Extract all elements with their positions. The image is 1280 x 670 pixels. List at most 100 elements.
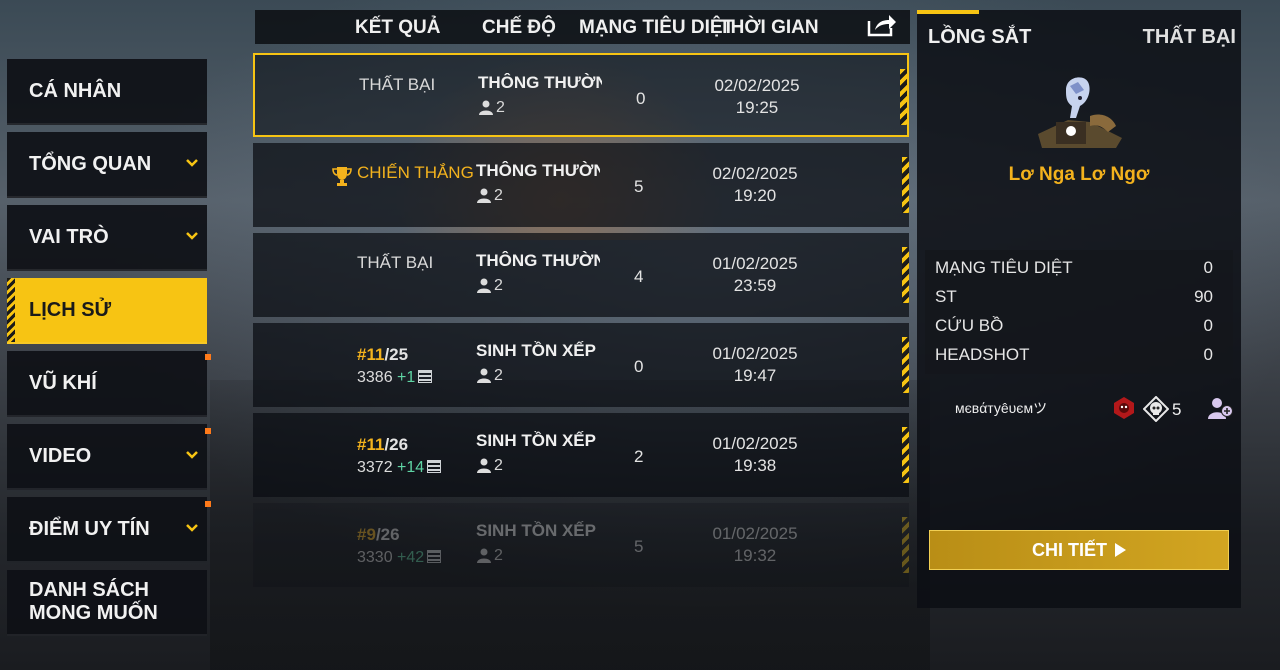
stat-label: MẠNG TIÊU DIỆT	[935, 258, 1073, 277]
stat-value: 90	[1194, 287, 1213, 306]
match-row[interactable]: #9/26 3330 +42 SINH TỒN XẾP HẠNG 2 5 01/…	[253, 503, 909, 587]
row-stripe	[902, 427, 909, 483]
sidebar-item-label: VŨ KHÍ	[29, 371, 97, 394]
teammate-name[interactable]: мєвάтуêυємツ	[955, 398, 1047, 418]
sidebar-item-label: TỔNG QUAN	[29, 152, 152, 175]
rank-points: 3386 +1	[357, 369, 433, 387]
match-datetime: 01/02/2025 19:38	[712, 434, 798, 475]
sidebar-item-label: LỊCH SỬ	[29, 298, 112, 321]
match-result: CHIẾN THẮNG	[357, 163, 474, 182]
match-kills: 5	[634, 537, 644, 556]
match-datetime: 01/02/2025 23:59	[712, 254, 798, 295]
stat-label: ST	[935, 287, 957, 306]
rank-badge-icon	[1114, 397, 1134, 419]
sidebar-item-label: VAI TRÒ	[29, 225, 109, 248]
rank-points: 3330 +42	[357, 549, 442, 567]
sidebar-item-vai-tro[interactable]: VAI TRÒ	[7, 205, 207, 271]
column-header-kills: MẠNG TIÊU DIỆT	[579, 17, 735, 38]
row-stripe	[900, 69, 907, 125]
person-icon	[477, 188, 491, 203]
match-rank: #11/26	[357, 435, 409, 454]
sidebar-item-ca-nhan[interactable]: CÁ NHÂN	[7, 59, 207, 125]
match-mode: THÔNG THƯỜNG-KHU	[476, 251, 600, 270]
chevron-down-icon	[186, 524, 198, 532]
match-row[interactable]: #11/26 3372 +14 SINH TỒN XẾP HẠNG 2 2 01…	[253, 413, 909, 497]
team-size: 2	[477, 547, 503, 565]
person-icon	[479, 100, 493, 115]
match-mode: SINH TỒN XẾP HẠNG	[476, 521, 600, 540]
detail-result: THẤT BẠI	[1142, 26, 1236, 48]
match-kills: 5	[634, 177, 644, 196]
team-size: 2	[479, 99, 505, 117]
chevron-down-icon	[186, 159, 198, 167]
match-datetime: 01/02/2025 19:32	[712, 524, 798, 565]
match-datetime: 02/02/2025 19:20	[712, 164, 798, 205]
sidebar-item-lich-su[interactable]: LỊCH SỬ	[7, 278, 207, 344]
row-stripe	[902, 157, 909, 213]
chevron-down-icon	[186, 451, 198, 459]
sidebar-item-tong-quan[interactable]: TỔNG QUAN	[7, 132, 207, 198]
column-header-result: KẾT QUẢ	[355, 17, 441, 38]
sidebar-item-danh-sach-mong-muon[interactable]: DANH SÁCH MONG MUỐN	[7, 570, 207, 636]
stat-value: 0	[1203, 345, 1213, 364]
column-header-mode: CHẾ ĐỘ	[482, 17, 556, 38]
panel-accent-bar	[917, 10, 979, 14]
chevron-down-icon	[186, 232, 198, 240]
notification-dot	[205, 354, 211, 360]
detail-button-label: CHI TIẾT	[1032, 539, 1107, 560]
notification-dot	[205, 428, 211, 434]
sidebar-item-label: VIDEO	[29, 444, 92, 467]
stat-value: 0	[1203, 316, 1213, 335]
play-icon	[1115, 543, 1126, 557]
stats-box: MẠNG TIÊU DIỆT 0 ST 90 CỨU BỒ 0 HEADSHOT…	[925, 250, 1233, 374]
player-name: Lơ Nga Lơ Ngơ	[1008, 164, 1150, 185]
sidebar-item-label: ĐIỂM UY TÍN	[29, 517, 150, 540]
row-stripe	[902, 337, 909, 393]
match-result: THẤT BẠI	[357, 253, 434, 272]
match-row[interactable]: THẤT BẠI THÔNG THƯỜNG-KHU 2 0 02/02/2025…	[253, 53, 909, 137]
share-icon[interactable]	[866, 12, 898, 38]
stat-value: 0	[1203, 258, 1213, 277]
list-icon	[427, 460, 442, 473]
team-size: 2	[477, 367, 503, 385]
column-header-time: THỜI GIAN	[719, 17, 819, 38]
list-icon	[427, 550, 442, 563]
skull-kills-icon	[1143, 396, 1169, 422]
person-icon	[477, 278, 491, 293]
team-size: 2	[477, 187, 503, 205]
match-mode: SINH TỒN XẾP HẠNG	[476, 431, 600, 450]
match-kills: 2	[634, 447, 644, 466]
sidebar-item-video[interactable]: VIDEO	[7, 424, 211, 490]
team-size: 2	[477, 277, 503, 295]
match-datetime: 02/02/2025 19:25	[714, 76, 800, 117]
notification-dot	[205, 501, 211, 507]
stat-label: CỨU BỒ	[935, 316, 1004, 335]
rank-points: 3372 +14	[357, 459, 442, 477]
add-friend-icon[interactable]	[1207, 396, 1233, 420]
person-icon	[477, 368, 491, 383]
match-kills: 0	[636, 89, 646, 108]
team-size: 2	[477, 457, 503, 475]
row-stripe	[902, 247, 909, 303]
stat-label: HEADSHOT	[935, 345, 1030, 364]
player-avatar	[1038, 77, 1122, 148]
match-row[interactable]: CHIẾN THẮNG THÔNG THƯỜNG-KHU 2 5 02/02/2…	[253, 143, 909, 227]
sidebar-item-label: DANH SÁCH MONG MUỐN	[29, 579, 158, 624]
detail-button[interactable]: CHI TIẾT	[929, 530, 1229, 570]
match-mode: SINH TỒN XẾP HẠNG	[476, 341, 600, 360]
person-icon	[477, 458, 491, 473]
match-rank: #9/26	[357, 525, 400, 544]
sidebar-item-label: CÁ NHÂN	[29, 79, 122, 102]
match-rank: #11/25	[357, 345, 409, 364]
detail-map-name: LỒNG SẮT	[928, 26, 1032, 48]
trophy-icon	[332, 167, 352, 186]
sidebar-item-diem-uy-tin[interactable]: ĐIỂM UY TÍN	[7, 497, 211, 563]
sidebar-item-vu-khi[interactable]: VŨ KHÍ	[7, 351, 211, 417]
match-mode: THÔNG THƯỜNG-KHU	[476, 161, 600, 180]
match-row[interactable]: THẤT BẠI THÔNG THƯỜNG-KHU 2 4 01/02/2025…	[253, 233, 909, 317]
person-icon	[477, 548, 491, 563]
match-kills: 0	[634, 357, 644, 376]
match-kills: 4	[634, 267, 644, 286]
match-row[interactable]: #11/25 3386 +1 SINH TỒN XẾP HẠNG 2 0 01/…	[253, 323, 909, 407]
match-result: THẤT BẠI	[359, 75, 436, 94]
